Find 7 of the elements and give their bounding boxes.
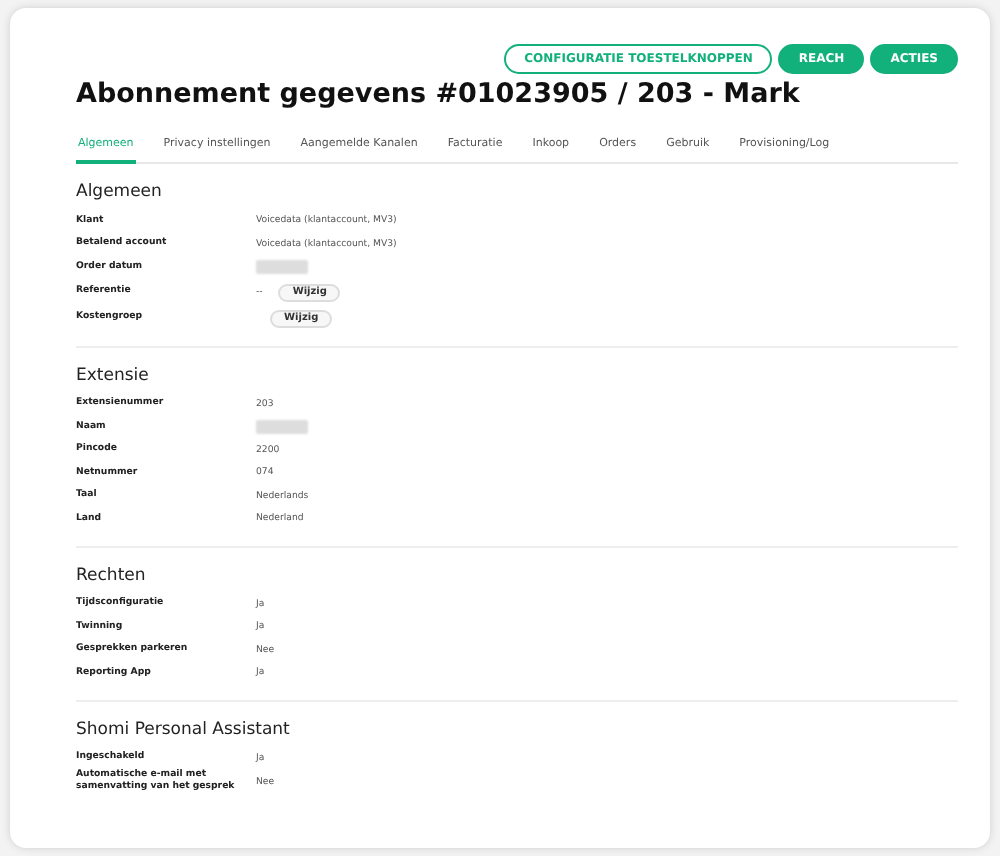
page-title: Abonnement gegevens #01023905 / 203 - Mark xyxy=(76,78,802,110)
redacted-value xyxy=(256,420,308,435)
section-heading: Extensie xyxy=(76,365,151,385)
section-heading: Algemeen xyxy=(76,182,164,202)
section-heading: Rechten xyxy=(76,565,148,585)
redacted-value xyxy=(256,260,308,275)
section-heading: Shomi Personal Assistant xyxy=(76,719,292,739)
